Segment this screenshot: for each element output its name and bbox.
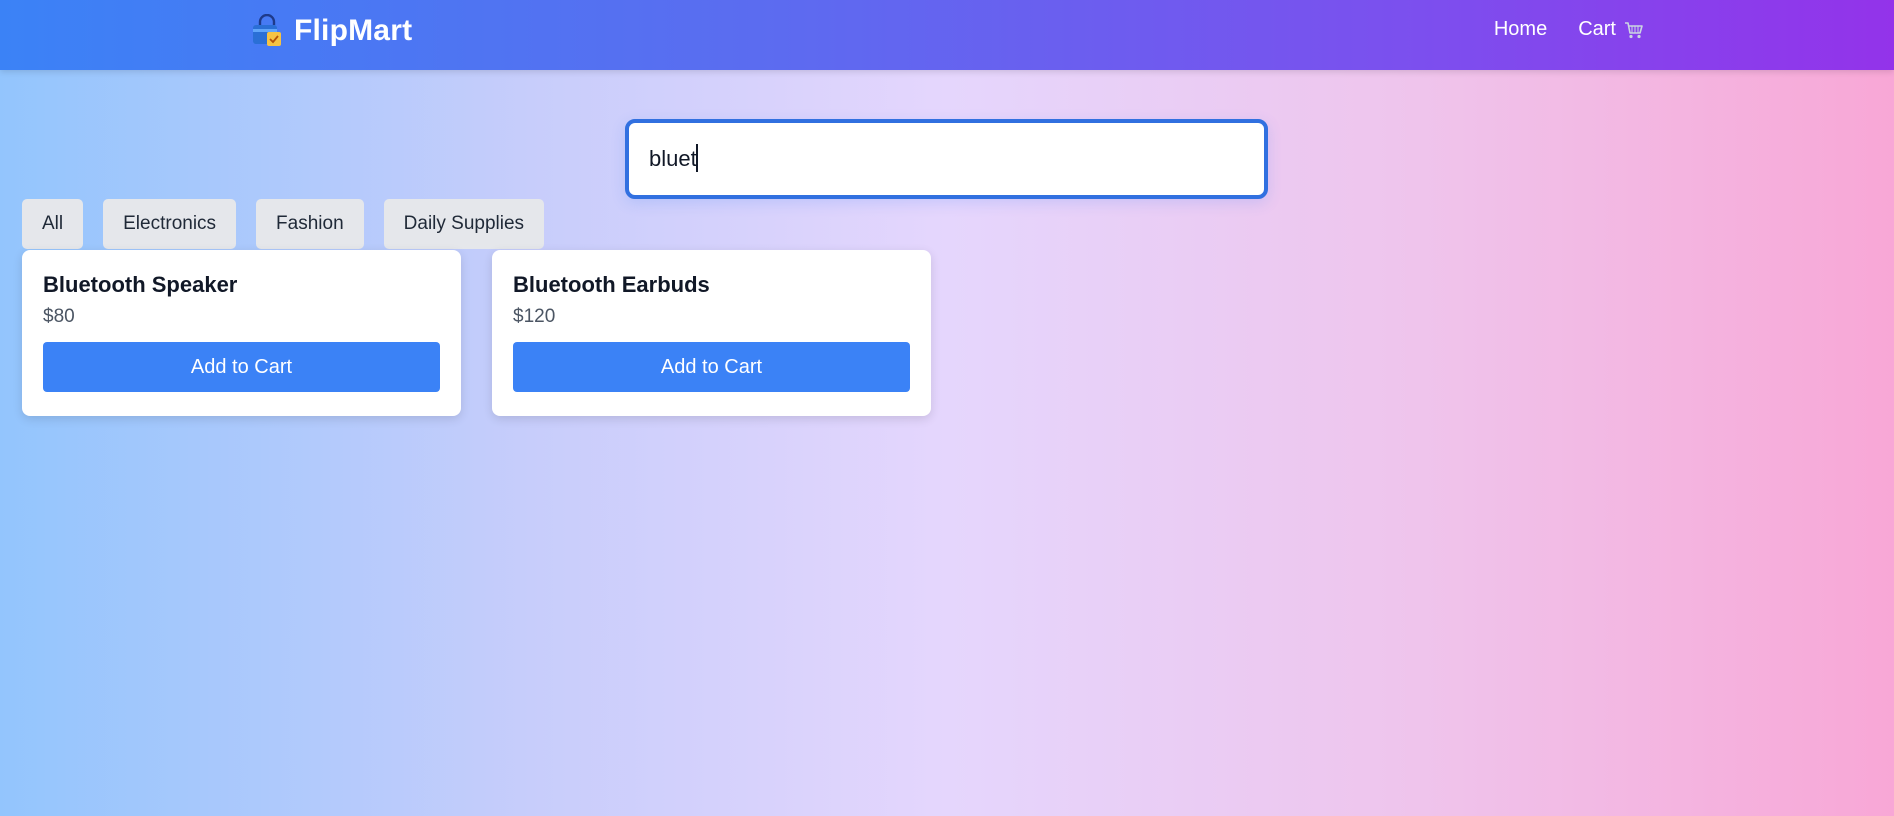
nav-home-label: Home [1493, 18, 1548, 40]
product-grid: Bluetooth Speaker $80 Add to Cart Blueto… [22, 250, 931, 416]
shopping-cart-icon [1625, 21, 1643, 38]
nav-cart-label: Cart [1578, 18, 1616, 40]
nav-cart-link[interactable]: Cart [1578, 18, 1644, 41]
main-nav: Home Cart [1494, 18, 1644, 41]
search-input[interactable] [625, 119, 1268, 199]
filter-fashion-button[interactable]: Fashion [256, 199, 364, 249]
filter-daily-supplies-button[interactable]: Daily Supplies [383, 199, 545, 249]
shopping-bag-icon [253, 14, 281, 46]
nav-home-link[interactable]: Home [1494, 18, 1547, 41]
top-navbar: FlipMart Home Cart [0, 0, 1894, 70]
search-box [625, 119, 1268, 199]
filter-all-button[interactable]: All [22, 199, 84, 249]
category-filters: All Electronics Fashion Daily Supplies [22, 199, 545, 249]
product-card: Bluetooth Speaker $80 Add to Cart [22, 250, 461, 416]
product-name: Bluetooth Earbuds [513, 272, 710, 297]
product-price: $120 [513, 306, 556, 327]
product-card: Bluetooth Earbuds $120 Add to Cart [492, 250, 931, 416]
text-caret [696, 144, 698, 172]
product-name: Bluetooth Speaker [43, 272, 238, 297]
product-price: $80 [43, 306, 75, 327]
add-to-cart-button[interactable]: Add to Cart [43, 342, 440, 392]
add-to-cart-button[interactable]: Add to Cart [513, 342, 910, 392]
brand-name: FlipMart [294, 14, 413, 47]
brand-logo[interactable]: FlipMart [250, 11, 412, 51]
filter-electronics-button[interactable]: Electronics [103, 199, 237, 249]
